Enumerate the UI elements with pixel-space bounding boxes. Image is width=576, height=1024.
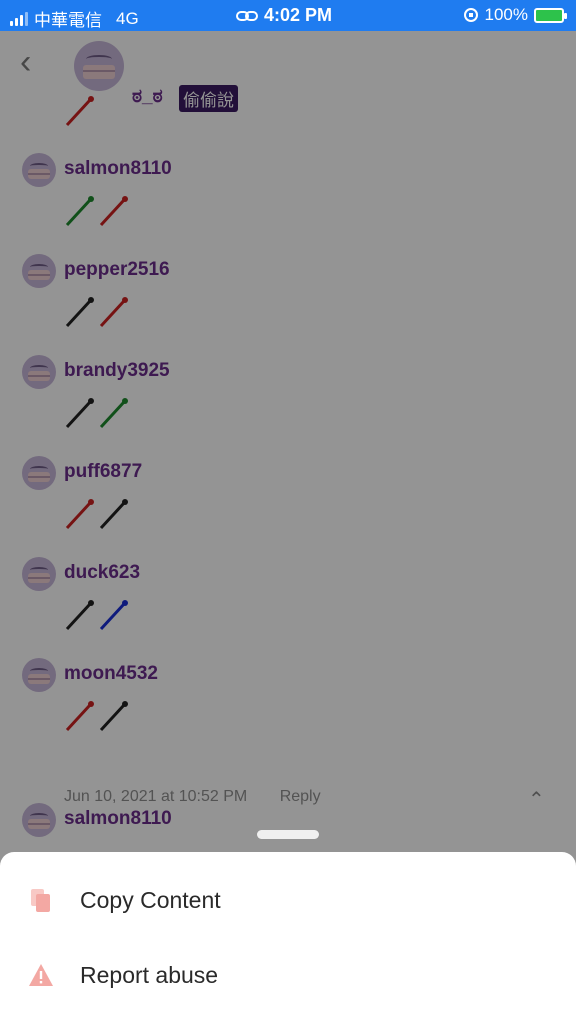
network-type: 4G [116,8,139,28]
status-left: 中華電信 4G [10,6,139,31]
clock-time: 4:02 PM [264,5,333,25]
status-center: 4:02 PM [236,5,332,26]
battery-icon [534,7,567,23]
report-abuse-label: Report abuse [80,962,219,988]
battery-percentage: 100% [484,5,528,24]
link-icon [236,10,258,21]
report-abuse-button[interactable]: Report abuse [0,942,576,1012]
warning-triangle-icon [29,964,53,986]
signal-strength-icon [10,11,28,26]
copy-document-icon [31,889,50,912]
action-sheet: Copy Content Report abuse [0,852,576,1024]
carrier-name: 中華電信 [34,11,102,30]
sheet-drag-handle[interactable] [257,830,319,839]
status-right: 100% [463,5,567,25]
copy-content-label: Copy Content [80,887,221,913]
copy-content-button[interactable]: Copy Content [0,867,576,937]
orientation-lock-icon [463,8,478,22]
status-bar: 中華電信 4G 4:02 PM 100% [0,0,576,31]
